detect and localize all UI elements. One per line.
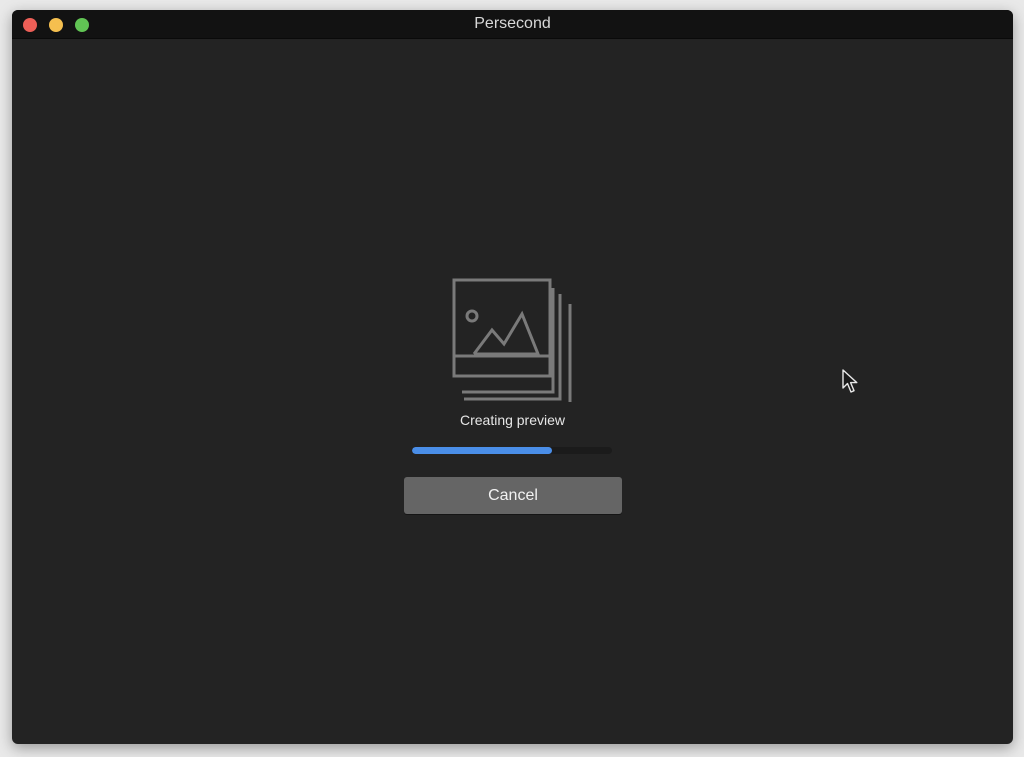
title-bar[interactable]: Persecond <box>12 10 1013 39</box>
image-stack-icon <box>452 278 572 402</box>
preview-panel: Creating preview Cancel <box>12 39 1013 744</box>
mouse-pointer-icon <box>842 369 858 393</box>
progress-bar <box>412 447 612 454</box>
window-title: Persecond <box>474 15 551 32</box>
app-window: Persecond Creating preview Cancel <box>12 10 1013 744</box>
progress-bar-fill <box>412 447 552 454</box>
cancel-button[interactable]: Cancel <box>404 477 622 514</box>
status-text: Creating preview <box>459 412 566 428</box>
